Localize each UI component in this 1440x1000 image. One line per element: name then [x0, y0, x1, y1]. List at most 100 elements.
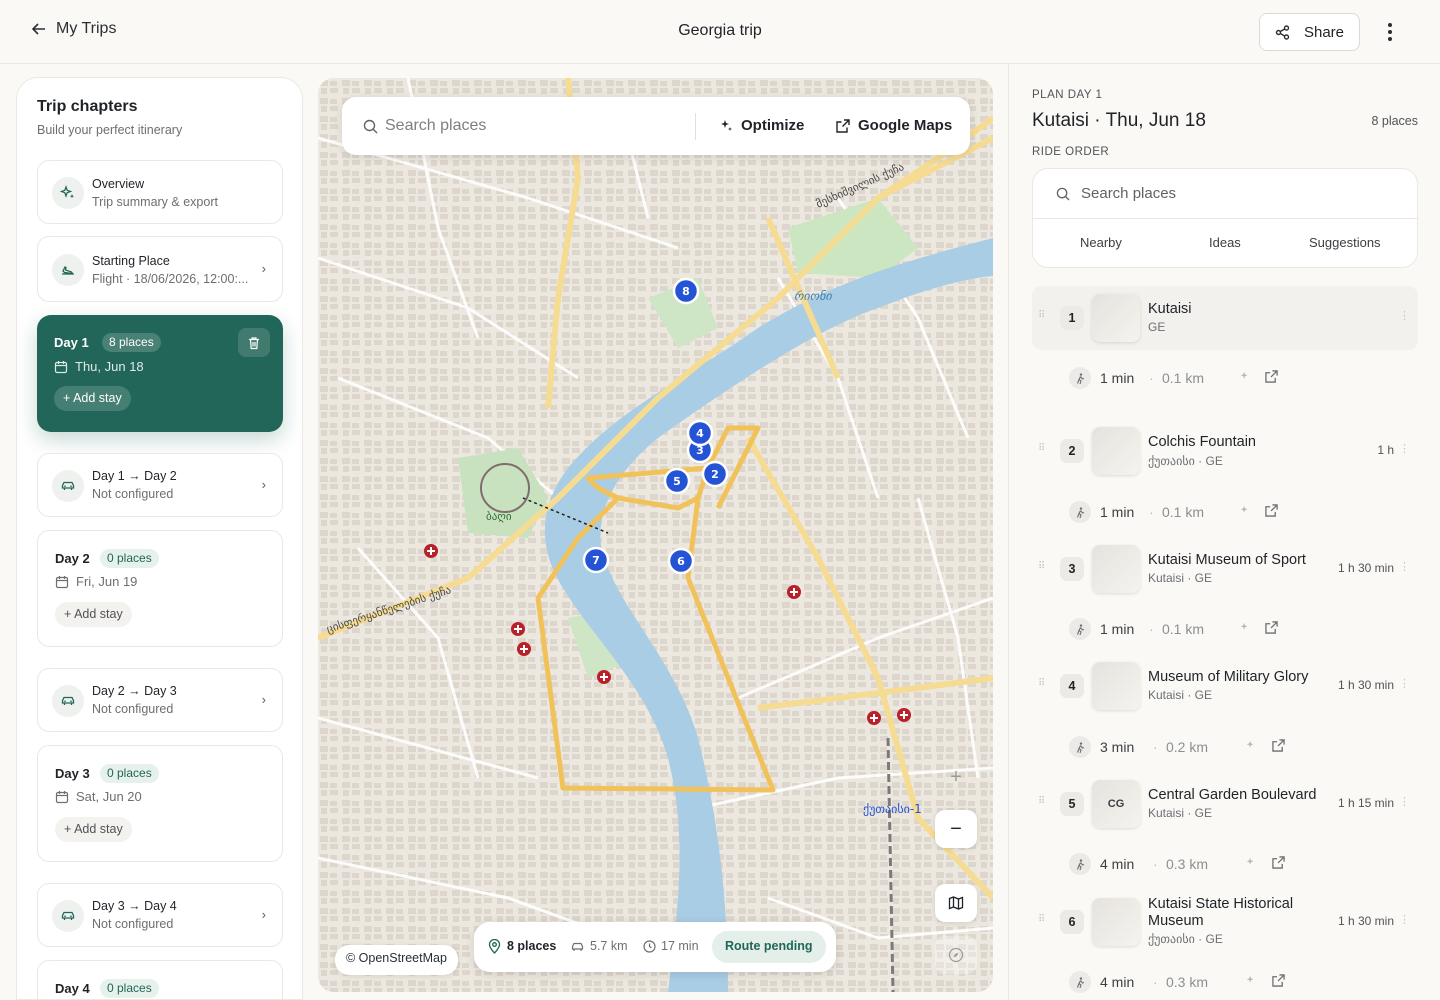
- map-marker-4[interactable]: 4: [686, 419, 714, 447]
- share-icon: [1275, 24, 1290, 40]
- external-link-icon[interactable]: [1265, 621, 1278, 637]
- separator-dot: ·: [1153, 739, 1158, 755]
- calendar-icon: [55, 575, 69, 588]
- tab-ideas[interactable]: Ideas: [1209, 235, 1241, 250]
- transfer-day3-day4[interactable]: Day 3 → Day 4 Not configured ›: [37, 883, 283, 947]
- walk-icon: [1069, 367, 1091, 389]
- stop-name: Kutaisi: [1148, 301, 1192, 317]
- optimize-segment-icon[interactable]: [1245, 856, 1257, 872]
- external-link-icon[interactable]: [1265, 504, 1278, 520]
- drag-handle-icon[interactable]: ⠿: [1038, 310, 1045, 321]
- day-card-1[interactable]: Day 1 8 places Thu, Jun 18 + Add stay: [37, 315, 283, 432]
- transfer-title: Day 1 → Day 2: [92, 469, 177, 483]
- stop-duration: 1 h 30 min: [1337, 914, 1394, 928]
- map-search-bar: Search places Optimize Google Maps: [342, 97, 970, 155]
- google-maps-button[interactable]: Google Maps: [836, 117, 952, 134]
- drag-handle-icon[interactable]: ⠿: [1038, 561, 1045, 572]
- drag-handle-icon[interactable]: ⠿: [1038, 796, 1045, 807]
- map-marker-5[interactable]: 5: [663, 467, 691, 495]
- map-marker-8[interactable]: 8: [672, 277, 700, 305]
- optimize-segment-icon[interactable]: [1245, 974, 1257, 990]
- starting-subtitle: Flight · 18/06/2026, 12:00:...: [92, 272, 249, 286]
- segment-time: 3 min: [1100, 739, 1135, 755]
- stop-row-3[interactable]: ⠿ 3 Kutaisi Museum of Sport Kutaisi · GE…: [1032, 537, 1418, 601]
- compass-button[interactable]: [935, 936, 977, 974]
- overview-card[interactable]: Overview Trip summary & export: [37, 160, 283, 224]
- add-stay-button[interactable]: + Add stay: [55, 817, 132, 842]
- external-link-icon[interactable]: [1272, 974, 1285, 990]
- places-badge: 0 places: [100, 549, 159, 568]
- plan-search-input[interactable]: Search places: [1081, 185, 1176, 202]
- stop-thumbnail: [1092, 662, 1140, 710]
- stop-row-1[interactable]: ⠿ 1 Kutaisi GE ⋮: [1032, 286, 1418, 350]
- stop-menu-icon[interactable]: ⋮: [1399, 913, 1410, 926]
- walk-icon: [1069, 618, 1091, 640]
- separator-dot: ·: [1149, 504, 1154, 520]
- transfer-day2-day3[interactable]: Day 2 → Day 3 Not configured ›: [37, 668, 283, 732]
- map-marker-label: 2: [711, 468, 719, 481]
- optimize-button[interactable]: Optimize: [719, 117, 804, 134]
- optimize-segment-icon[interactable]: [1239, 504, 1251, 520]
- plan-count: 8 places: [1371, 114, 1418, 128]
- osm-attribution[interactable]: © OpenStreetMap: [335, 945, 458, 975]
- trash-icon: [249, 336, 259, 349]
- stop-row-5[interactable]: ⠿ 5 CG Central Garden Boulevard Kutaisi …: [1032, 772, 1418, 836]
- day-card-3[interactable]: Day 3 0 places Sat, Jun 20 + Add stay: [37, 745, 283, 862]
- starting-place-card[interactable]: Starting Place Flight · 18/06/2026, 12:0…: [37, 236, 283, 302]
- share-label: Share: [1303, 23, 1345, 41]
- map-canvas[interactable]: ცისფერყანწელების ქუჩა მესხიშვილის ქუჩა რ…: [318, 78, 993, 992]
- segment-time: 1 min: [1100, 621, 1135, 637]
- drag-handle-icon[interactable]: ⠿: [1038, 678, 1045, 689]
- tab-nearby[interactable]: Nearby: [1080, 235, 1122, 250]
- stop-menu-icon[interactable]: ⋮: [1399, 677, 1410, 690]
- drag-handle-icon[interactable]: ⠿: [1038, 914, 1045, 925]
- stop-menu-icon[interactable]: ⋮: [1399, 560, 1410, 573]
- segment-distance: 0.1 km: [1162, 370, 1205, 386]
- route-status-badge[interactable]: Route pending: [712, 931, 826, 963]
- sparkle-icon: [52, 177, 84, 209]
- external-link-icon[interactable]: [1265, 370, 1278, 386]
- stop-row-6[interactable]: ⠿ 6 Kutaisi State Historical Museum ქუთა…: [1032, 890, 1418, 954]
- overview-subtitle: Trip summary & export: [92, 195, 218, 209]
- optimize-segment-icon[interactable]: [1245, 739, 1257, 755]
- river-label: რიონი: [794, 289, 832, 303]
- zoom-out-button[interactable]: −: [935, 810, 977, 848]
- day-card-4[interactable]: Day 4 0 places: [37, 960, 283, 999]
- map-marker-6[interactable]: 6: [667, 547, 695, 575]
- stop-row-4[interactable]: ⠿ 4 Museum of Military Glory Kutaisi · G…: [1032, 654, 1418, 718]
- stop-duration: 1 h: [1377, 443, 1394, 457]
- map-layers-button[interactable]: [935, 884, 977, 922]
- map-marker-2[interactable]: 2: [701, 460, 729, 488]
- stop-menu-icon[interactable]: ⋮: [1399, 442, 1410, 455]
- optimize-segment-icon[interactable]: [1239, 370, 1251, 386]
- google-maps-label: Google Maps: [858, 117, 953, 134]
- optimize-segment-icon[interactable]: [1239, 621, 1251, 637]
- tab-suggestions[interactable]: Suggestions: [1309, 235, 1381, 250]
- day-label: Day 2: [55, 551, 90, 566]
- plane-icon: [52, 254, 84, 286]
- drag-handle-icon[interactable]: ⠿: [1038, 443, 1045, 454]
- add-stay-button[interactable]: + Add stay: [55, 602, 132, 627]
- external-link-icon[interactable]: [1272, 739, 1285, 755]
- external-link-icon[interactable]: [1272, 856, 1285, 872]
- stop-thumbnail: [1092, 294, 1140, 342]
- zoom-in-button[interactable]: +: [935, 758, 977, 796]
- map-marker-7[interactable]: 7: [582, 546, 610, 574]
- stop-row-2[interactable]: ⠿ 2 Colchis Fountain ქუთაისი · GE 1 h ⋮: [1032, 419, 1418, 483]
- stop-menu-icon[interactable]: ⋮: [1399, 309, 1410, 322]
- day-card-2[interactable]: Day 2 0 places Fri, Jun 19 + Add stay: [37, 530, 283, 647]
- sidebar-title: Trip chapters: [37, 98, 138, 115]
- stop-duration: 1 h 30 min: [1337, 561, 1394, 575]
- add-stay-button[interactable]: + Add stay: [54, 386, 131, 411]
- segment-time: 4 min: [1100, 974, 1135, 990]
- stop-menu-icon[interactable]: ⋮: [1399, 795, 1410, 808]
- stop-number: 1: [1060, 306, 1084, 330]
- zoom-in-label: +: [950, 765, 962, 788]
- transfer-day1-day2[interactable]: Day 1 → Day 2 Not configured ›: [37, 453, 283, 517]
- map-search-input[interactable]: Search places: [385, 117, 486, 135]
- delete-day-button[interactable]: [238, 328, 270, 357]
- share-button[interactable]: Share: [1259, 13, 1360, 51]
- stop-location: GE: [1148, 320, 1166, 334]
- stop-location: Kutaisi · GE: [1148, 571, 1213, 585]
- more-menu-button[interactable]: [1380, 20, 1400, 44]
